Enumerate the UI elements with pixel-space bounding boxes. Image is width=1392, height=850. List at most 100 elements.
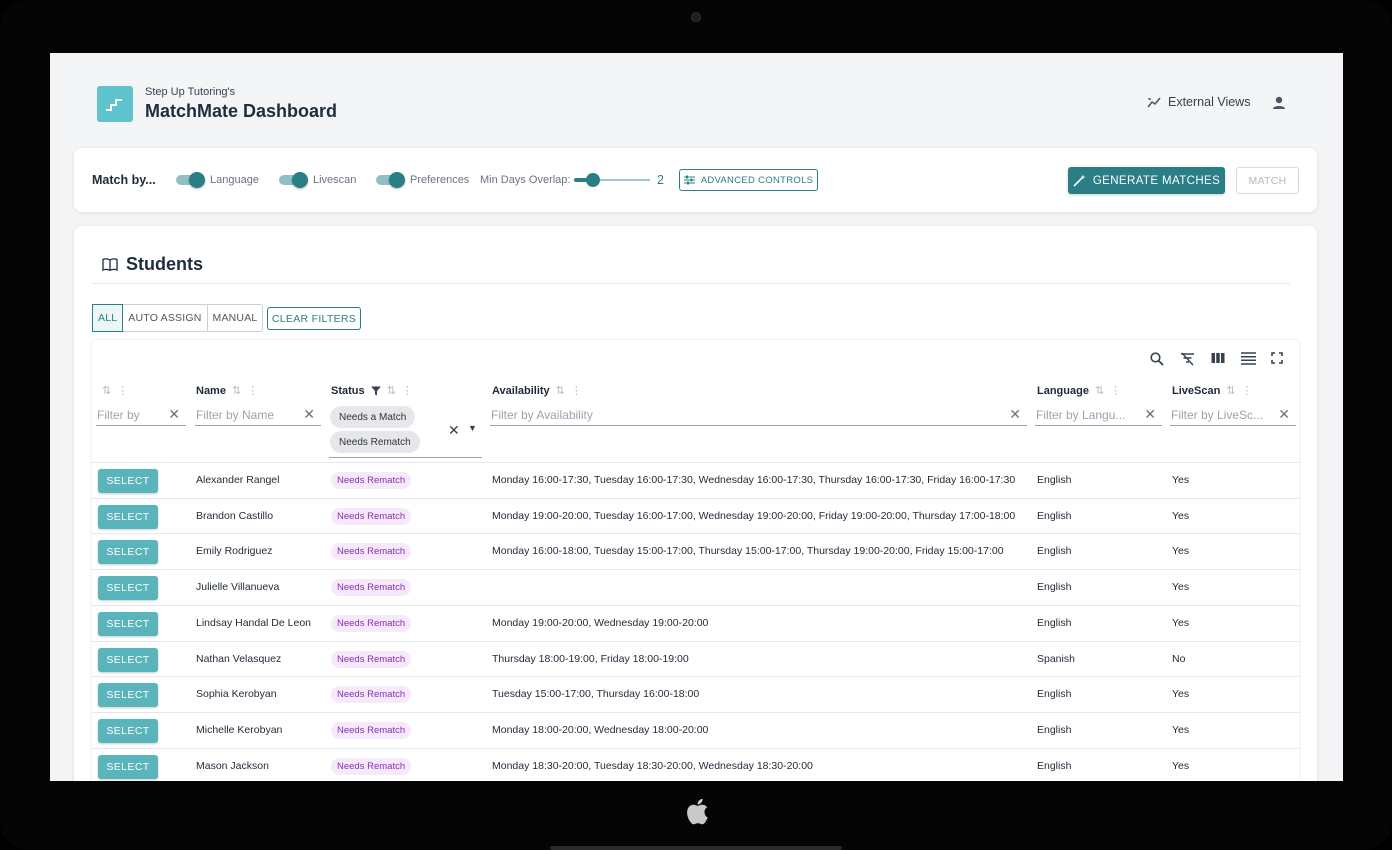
language-cell: English	[1037, 581, 1072, 594]
filter-placeholder: Filter by	[97, 407, 140, 422]
table-row: SELECT Nathan Velasquez Needs Rematch Thurs…	[92, 640, 1299, 677]
advanced-controls-label: ADVANCED CONTROLS	[700, 174, 814, 186]
status-filter-chip[interactable]: Needs Rematch	[330, 431, 420, 453]
column-header-status[interactable]: Status ⇅ ⋮	[331, 384, 413, 398]
clear-icon[interactable]: ✕	[1278, 406, 1290, 423]
filter-input-livescan[interactable]: Filter by LiveSc... ✕	[1170, 404, 1296, 426]
clear-icon[interactable]: ✕	[1144, 406, 1156, 423]
slider-thumb[interactable]	[586, 173, 600, 187]
livescan-cell: Yes	[1172, 723, 1190, 736]
livescan-toggle-label: Livescan	[313, 174, 357, 186]
table-row: SELECT Brandon Castillo Needs Rematch Monda…	[92, 497, 1299, 534]
match-by-label: Match by...	[92, 173, 156, 187]
column-language-label: Language	[1037, 384, 1089, 397]
density-icon[interactable]	[1241, 352, 1256, 365]
sort-icon[interactable]: ⇅	[556, 384, 565, 397]
fullscreen-icon[interactable]	[1271, 352, 1283, 364]
app-logo	[97, 86, 133, 122]
livescan-cell: Yes	[1172, 581, 1190, 594]
language-toggle[interactable]	[176, 172, 205, 188]
dropdown-arrow-icon[interactable]: ▼	[468, 423, 477, 433]
select-button[interactable]: SELECT	[98, 647, 158, 672]
livescan-toggle[interactable]	[279, 172, 308, 188]
status-badge: Needs Rematch	[331, 757, 412, 775]
column-header-availability[interactable]: Availability ⇅ ⋮	[492, 384, 582, 398]
sort-icon[interactable]: ⇅	[232, 384, 241, 397]
clear-icon[interactable]: ✕	[448, 422, 460, 439]
min-days-slider[interactable]	[574, 173, 650, 187]
column-header-select: ⇅ ⋮	[102, 384, 128, 397]
column-header-name[interactable]: Name ⇅ ⋮	[196, 384, 258, 398]
select-button[interactable]: SELECT	[98, 469, 158, 493]
select-button[interactable]: SELECT	[98, 611, 158, 636]
clear-icon[interactable]: ✕	[168, 406, 180, 423]
student-name: Emily Rodriguez	[196, 545, 273, 558]
select-button[interactable]: SELECT	[98, 576, 158, 601]
select-button[interactable]: SELECT	[98, 754, 158, 779]
language-cell: English	[1037, 723, 1072, 736]
clear-icon[interactable]: ✕	[303, 406, 315, 423]
status-badge: Needs Rematch	[331, 472, 412, 489]
livescan-cell: Yes	[1172, 509, 1190, 522]
segment-manual[interactable]: MANUAL	[208, 305, 263, 331]
column-menu-icon[interactable]: ⋮	[247, 384, 258, 397]
columns-icon[interactable]	[1211, 352, 1225, 364]
column-menu-icon[interactable]: ⋮	[1242, 384, 1253, 397]
sort-icon[interactable]: ⇅	[102, 384, 111, 397]
students-table: ⇅ ⋮ Name ⇅ ⋮ Status ⇅ ⋮ Availability ⇅ ⋮ Langua…	[92, 340, 1299, 781]
filter-active-icon[interactable]	[370, 386, 381, 396]
livescan-cell: Yes	[1172, 616, 1190, 629]
filter-placeholder: Filter by Availability	[491, 407, 593, 422]
org-subtitle: Step Up Tutoring's	[145, 86, 236, 98]
student-name: Brandon Castillo	[196, 509, 274, 522]
segment-auto-assign[interactable]: AUTO ASSIGN	[123, 305, 208, 331]
sort-icon[interactable]: ⇅	[387, 384, 396, 397]
filter-input-name[interactable]: Filter by Name ✕	[195, 404, 321, 426]
clear-filter-icon[interactable]	[1180, 352, 1195, 366]
select-button[interactable]: SELECT	[98, 683, 158, 708]
sort-icon[interactable]: ⇅	[1226, 384, 1235, 397]
filter-input-language[interactable]: Filter by Langu... ✕	[1035, 404, 1162, 426]
column-header-livescan[interactable]: LiveScan ⇅ ⋮	[1172, 384, 1253, 398]
language-cell: English	[1037, 545, 1072, 558]
livescan-cell: Yes	[1172, 474, 1190, 486]
preferences-toggle[interactable]	[376, 172, 405, 188]
availability-cell: Tuesday 15:00-17:00, Thursday 16:00-18:0…	[492, 688, 700, 701]
clear-filters-button[interactable]: CLEAR FILTERS	[267, 307, 361, 330]
external-views-link[interactable]: External Views	[1147, 95, 1250, 109]
sort-icon[interactable]: ⇅	[1095, 384, 1104, 397]
status-badge: Needs Rematch	[331, 543, 412, 561]
availability-cell: Thursday 18:00-19:00, Friday 18:00-19:00	[492, 652, 689, 665]
page-title: MatchMate Dashboard	[145, 101, 338, 121]
language-toggle-label: Language	[210, 174, 259, 186]
select-button[interactable]: SELECT	[98, 718, 158, 743]
filter-input-first[interactable]: Filter by ✕	[96, 404, 186, 426]
status-filter-chip[interactable]: Needs a Match	[330, 406, 416, 428]
tune-icon	[683, 175, 695, 185]
availability-cell: Monday 16:00-17:30, Tuesday 16:00-17:30,…	[492, 474, 1016, 486]
table-row: SELECT Emily Rodriguez Needs Rematch Monday…	[92, 533, 1299, 569]
status-badge: Needs Rematch	[331, 579, 412, 597]
user-account-icon[interactable]	[1272, 96, 1286, 110]
availability-cell: Monday 19:00-20:00, Wednesday 19:00-20:0…	[492, 616, 709, 629]
match-button[interactable]: MATCH	[1236, 167, 1299, 194]
column-menu-icon[interactable]: ⋮	[571, 384, 582, 397]
availability-cell: Monday 19:00-20:00, Tuesday 16:00-17:00,…	[492, 509, 1016, 522]
availability-cell: Monday 18:00-20:00, Wednesday 18:00-20:0…	[492, 723, 709, 736]
advanced-controls-button[interactable]: ADVANCED CONTROLS	[679, 169, 818, 191]
language-cell: English	[1037, 616, 1072, 629]
filter-input-availability[interactable]: Filter by Availability ✕	[490, 404, 1027, 426]
clear-icon[interactable]: ✕	[1009, 406, 1021, 423]
select-button[interactable]: SELECT	[98, 504, 158, 529]
column-header-language[interactable]: Language ⇅ ⋮	[1037, 384, 1121, 398]
generate-matches-button[interactable]: GENERATE MATCHES	[1068, 167, 1225, 194]
select-button[interactable]: SELECT	[98, 540, 158, 565]
column-availability-label: Availability	[492, 384, 550, 397]
column-menu-icon[interactable]: ⋮	[1110, 384, 1121, 397]
search-icon[interactable]	[1150, 352, 1164, 366]
column-menu-icon[interactable]: ⋮	[117, 384, 128, 397]
language-cell: English	[1037, 759, 1072, 772]
segment-all[interactable]: ALL	[92, 304, 124, 332]
column-menu-icon[interactable]: ⋮	[402, 384, 413, 397]
laptop-frame: Step Up Tutoring's MatchMate Dashboard E…	[0, 0, 1392, 850]
